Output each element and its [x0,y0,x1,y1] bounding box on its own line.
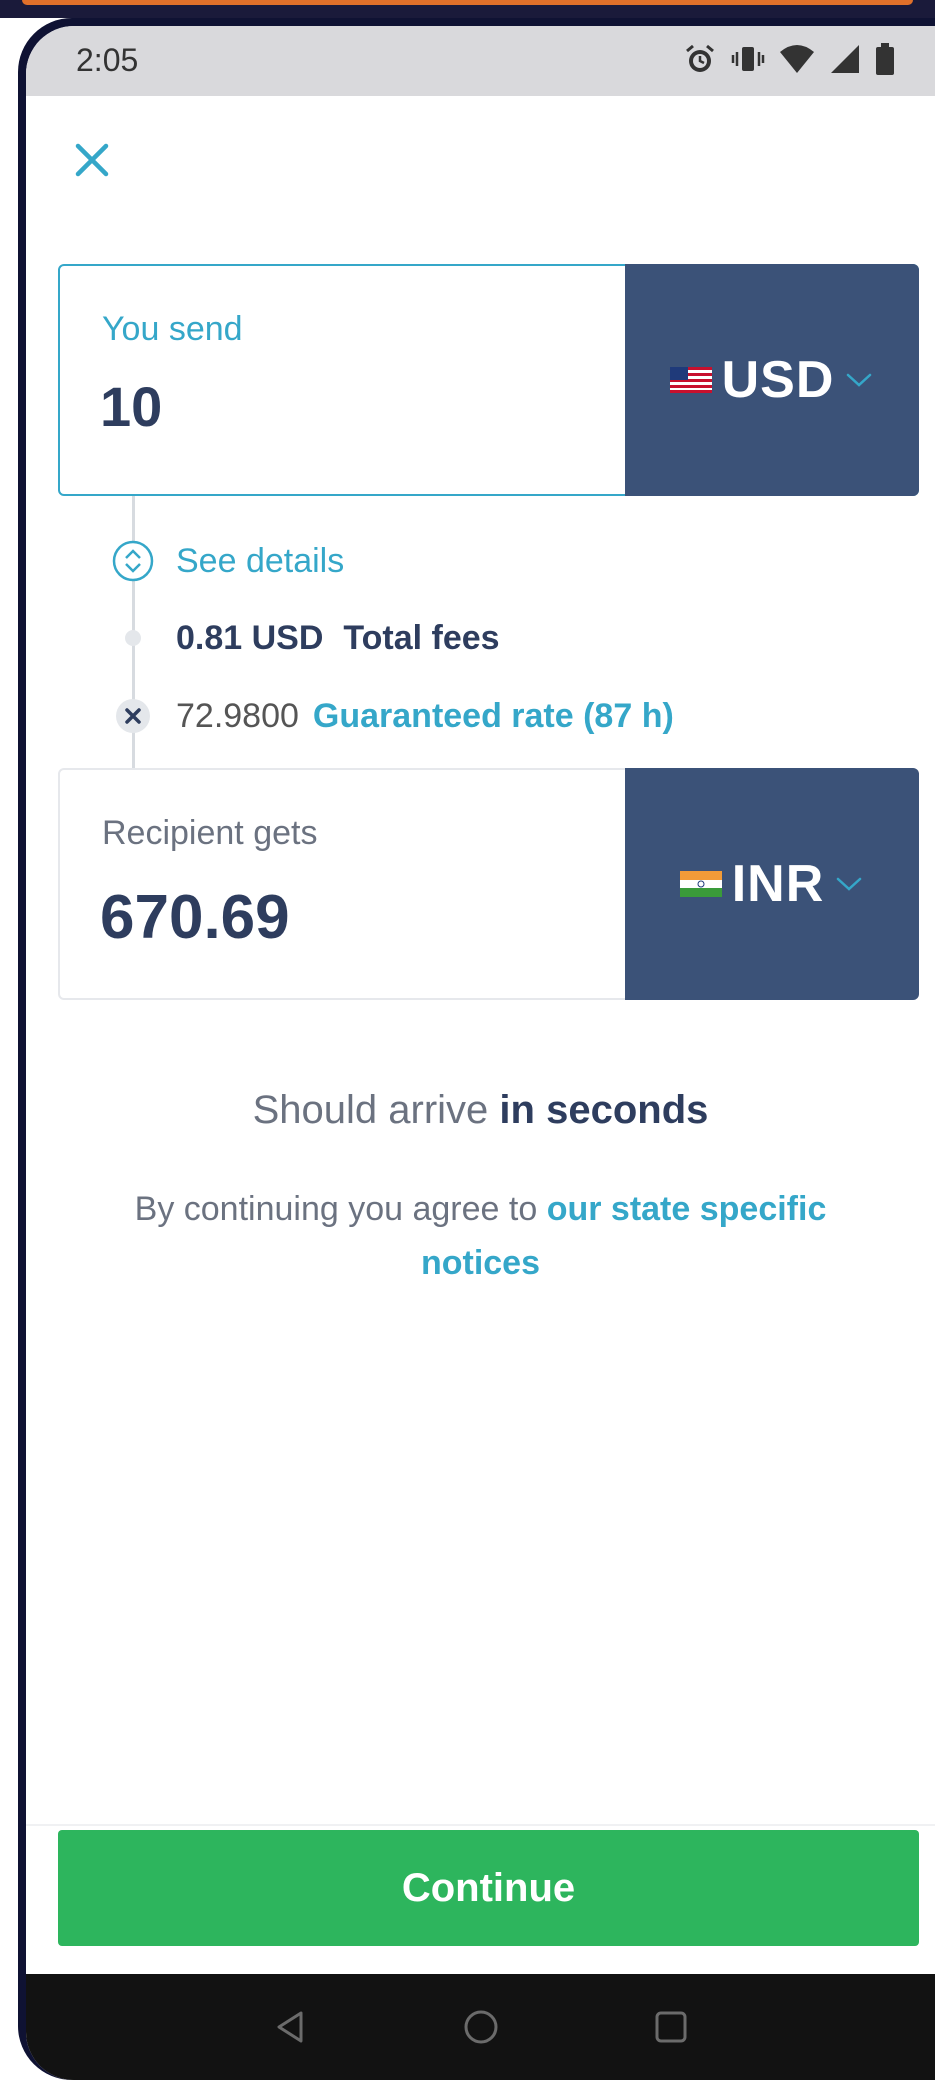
arrival-emphasis: in seconds [499,1088,709,1132]
guaranteed-rate-link[interactable]: Guaranteed rate (87 h) [313,697,674,735]
arrival-estimate: Should arrive in seconds [26,1088,935,1133]
rate-text: 72.9800 Guaranteed rate (87 h) [176,697,674,736]
fee-text: 0.81 USD Total fees [176,619,500,658]
home-icon[interactable] [461,2007,501,2047]
chevron-down-icon [847,373,872,387]
status-icons [683,42,895,76]
receive-amount-field[interactable]: Recipient gets 670.69 [60,770,620,998]
multiply-icon [106,689,160,743]
receive-currency-selector[interactable]: INR [625,768,919,1000]
send-amount-input[interactable]: 10 [100,374,162,439]
vibrate-icon [731,47,765,71]
phone-frame: 2:05 You send 10 USD See details 0.81 US… [18,18,935,2080]
system-nav-bar [26,1974,935,2080]
agreement-text: By continuing you agree to our state spe… [126,1182,835,1290]
receive-currency-code: INR [731,855,825,913]
recents-icon[interactable] [651,2007,691,2047]
expand-toggle-icon[interactable] [106,534,160,588]
us-flag-icon [669,367,712,393]
alarm-icon [686,44,714,72]
india-flag-icon [679,871,722,897]
rate-value: 72.9800 [176,696,299,735]
send-amount-card[interactable]: You send 10 USD [58,264,919,496]
chevron-down-icon [837,877,862,891]
battery-icon [876,43,894,75]
bottom-divider [26,1824,935,1826]
top-accent-bar [0,0,935,18]
close-button[interactable] [68,136,116,184]
continue-button[interactable]: Continue [58,1830,919,1946]
timeline-dot [106,611,160,665]
send-currency-selector[interactable]: USD [625,264,919,496]
send-amount-field[interactable]: You send 10 [60,266,620,494]
see-details-link[interactable]: See details [176,542,344,581]
back-icon[interactable] [271,2007,311,2047]
close-icon[interactable] [68,136,116,184]
fee-amount: 0.81 USD [176,618,324,657]
signal-icon [831,45,859,73]
wifi-icon [780,45,814,73]
app-screen: 2:05 You send 10 USD See details 0.81 US… [26,26,935,2080]
send-currency-code: USD [721,351,835,409]
receive-amount-input[interactable]: 670.69 [100,882,290,953]
fee-label: Total fees [343,618,500,657]
send-label: You send [102,310,243,348]
receive-amount-card[interactable]: Recipient gets 670.69 INR [58,768,919,1000]
receive-label: Recipient gets [102,814,318,852]
arrival-prefix: Should arrive [252,1088,489,1132]
agreement-prefix: By continuing you agree to [134,1190,538,1228]
status-time: 2:05 [76,42,139,78]
status-bar: 2:05 [26,26,935,96]
